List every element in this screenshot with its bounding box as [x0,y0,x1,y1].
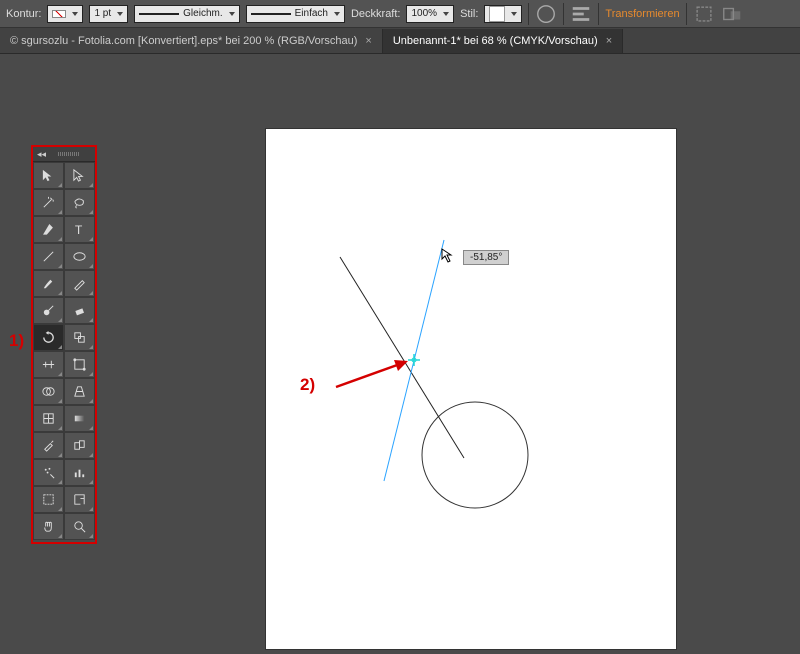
align-icon[interactable] [570,3,592,25]
brush-style-drop[interactable]: Einfach [246,5,345,23]
mask-icon[interactable] [721,3,743,25]
isolate-icon[interactable] [693,3,715,25]
document-tabstrip: © sgursozlu - Fotolia.com [Konvertiert].… [0,28,800,54]
tab-title: © sgursozlu - Fotolia.com [Konvertiert].… [10,35,357,47]
style-label: Stil: [460,8,478,20]
rotation-anchor-icon[interactable] [408,354,420,366]
stroke-swatch-drop[interactable] [47,5,83,23]
annotation-arrow [336,360,408,387]
separator [598,3,599,25]
transform-link[interactable]: Transformieren [605,8,679,20]
stroke-weight-drop[interactable]: 1 pt [89,5,128,23]
options-bar: Kontur: 1 pt Gleichm. Einfach Deckkraft:… [0,0,800,28]
opacity-label: Deckkraft: [351,8,401,20]
stroke-weight-value: 1 pt [94,8,111,19]
document-tab[interactable]: © sgursozlu - Fotolia.com [Konvertiert].… [0,29,383,53]
close-icon[interactable]: × [606,35,612,47]
line-path[interactable] [340,257,464,458]
stroke-profile-value: Gleichm. [183,8,222,19]
close-icon[interactable]: × [365,35,371,47]
rotate-cursor-icon [440,247,456,266]
tab-title: Unbenannt-1* bei 68 % (CMYK/Vorschau) [393,35,598,47]
recolor-icon[interactable] [535,3,557,25]
circle-path[interactable] [422,402,528,508]
separator [686,3,687,25]
opacity-value: 100% [411,8,437,19]
style-drop[interactable] [484,5,522,23]
workspace: 1) ◂◂ T -51,85° 2) [0,54,800,600]
stroke-label: Kontur: [6,8,41,20]
document-tab[interactable]: Unbenannt-1* bei 68 % (CMYK/Vorschau) × [383,29,623,53]
angle-tooltip: -51,85° [463,250,509,265]
canvas-content [0,54,800,654]
brush-style-value: Einfach [295,8,328,19]
stroke-profile-drop[interactable]: Gleichm. [134,5,239,23]
separator [563,3,564,25]
opacity-drop[interactable]: 100% [406,5,454,23]
style-swatch [489,6,505,22]
annotation-step2: 2) [300,375,315,395]
separator [528,3,529,25]
